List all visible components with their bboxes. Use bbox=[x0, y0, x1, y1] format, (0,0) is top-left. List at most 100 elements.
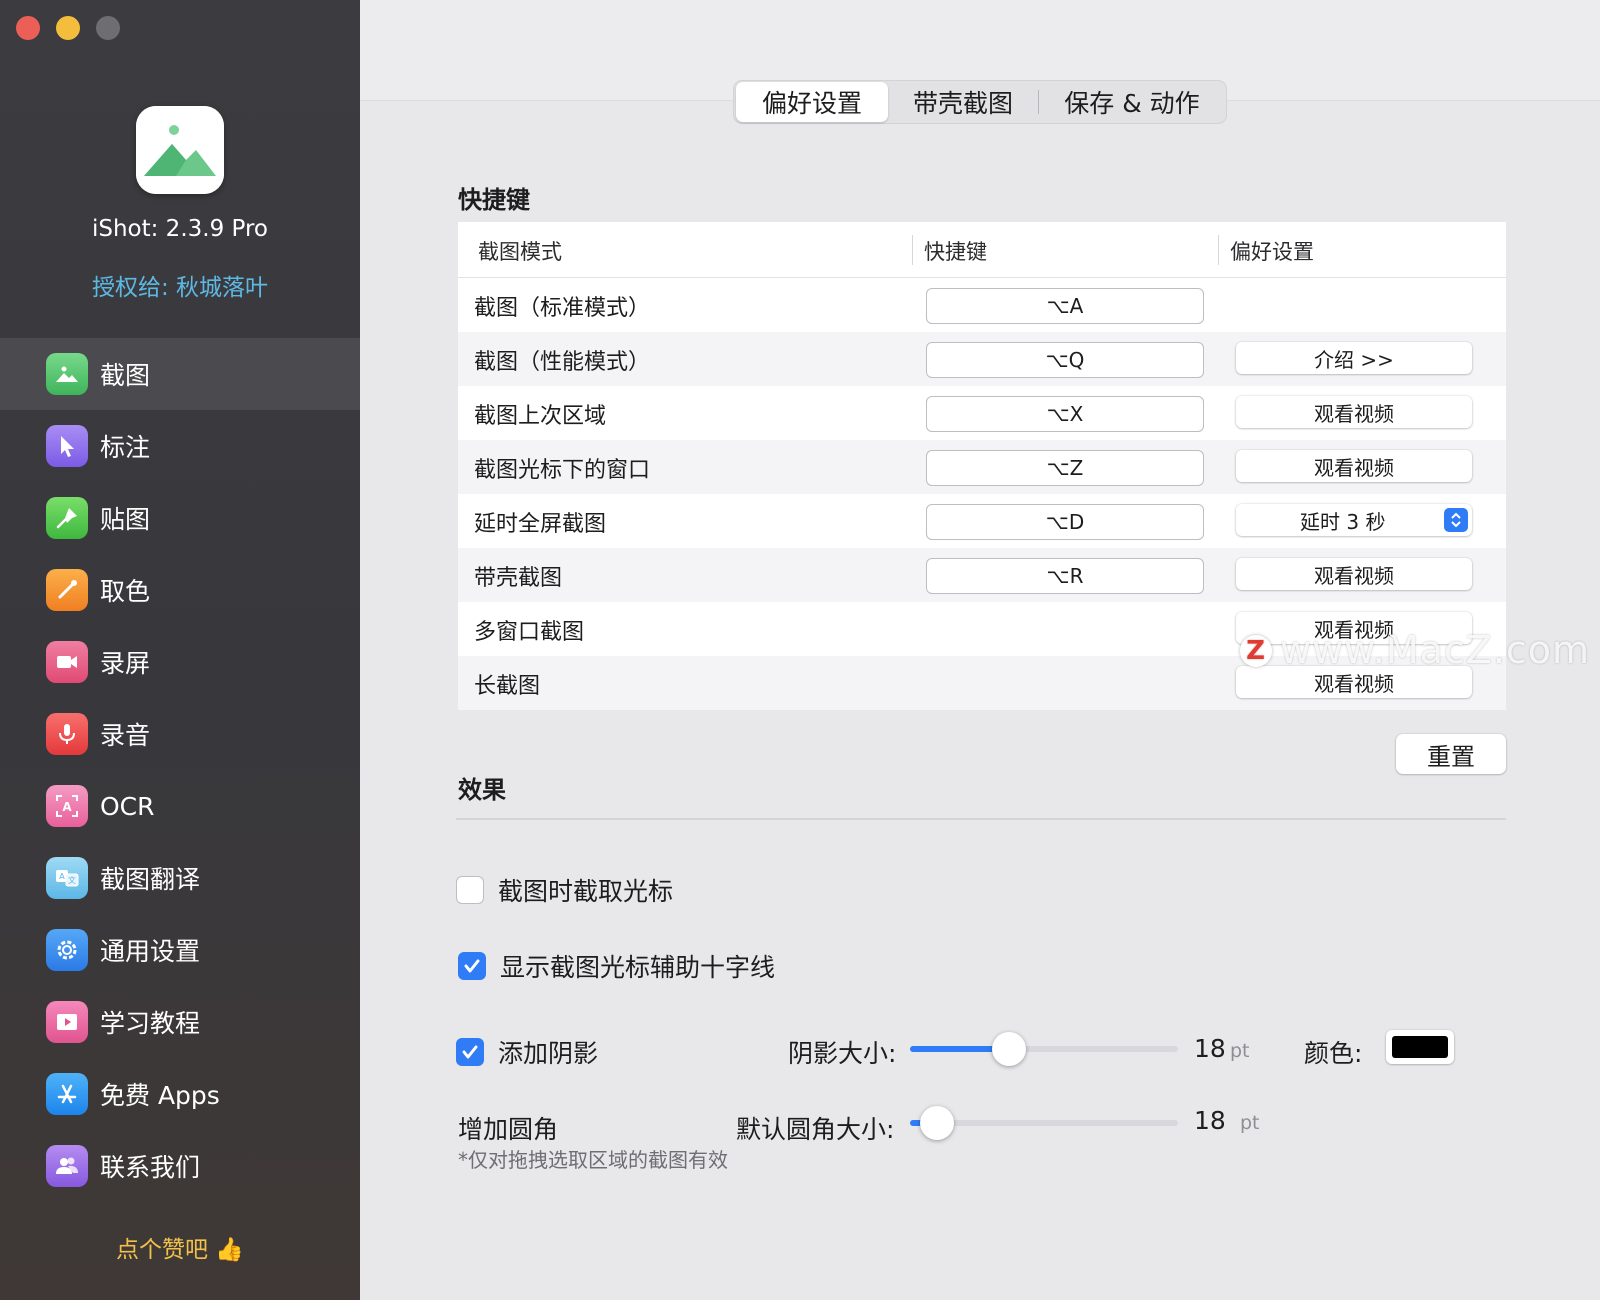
corner-size-value: 18 bbox=[1194, 1106, 1226, 1135]
sidebar-item-label: 贴图 bbox=[100, 505, 151, 534]
shadow-size-unit: pt bbox=[1230, 1040, 1250, 1062]
close-window-button[interactable] bbox=[16, 16, 40, 40]
table-row: 截图上次区域 ⌥X 观看视频 bbox=[458, 386, 1506, 440]
table-header: 截图模式 快捷键 偏好设置 bbox=[458, 222, 1506, 278]
sidebar-item-label: 学习教程 bbox=[100, 1009, 201, 1038]
mode-label: 截图光标下的窗口 bbox=[474, 458, 651, 483]
sidebar-item-audio-record[interactable]: 录音 bbox=[0, 698, 360, 770]
chevron-up-down-icon bbox=[1444, 508, 1468, 532]
corner-size-unit: pt bbox=[1240, 1112, 1260, 1134]
sidebar-item-label: 通用设置 bbox=[100, 937, 201, 966]
sidebar-item-label: 截图翻译 bbox=[100, 865, 201, 894]
video-camera-icon bbox=[46, 641, 88, 683]
slider-knob[interactable] bbox=[919, 1106, 954, 1140]
mode-label: 带壳截图 bbox=[474, 566, 563, 591]
svg-text:A: A bbox=[59, 872, 65, 881]
crosshair-checkbox[interactable] bbox=[458, 952, 486, 980]
svg-text:文: 文 bbox=[68, 875, 76, 885]
sidebar-item-label: 标注 bbox=[100, 433, 151, 462]
window-controls bbox=[16, 16, 120, 40]
column-header: 快捷键 bbox=[924, 240, 987, 264]
shortcut-recorder[interactable]: ⌥D bbox=[926, 504, 1204, 540]
table-row: 截图（性能模式） ⌥Q 介绍 >> bbox=[458, 332, 1506, 386]
zoom-window-button[interactable] bbox=[96, 16, 120, 40]
checkmark-icon bbox=[464, 959, 480, 973]
section-divider bbox=[456, 818, 1506, 820]
corner-size-slider[interactable] bbox=[910, 1106, 1178, 1140]
shortcut-recorder[interactable]: ⌥Q bbox=[926, 342, 1204, 378]
capture-cursor-checkbox[interactable] bbox=[456, 876, 484, 904]
shadow-label: 添加阴影 bbox=[498, 1039, 599, 1068]
cursor-icon bbox=[46, 425, 88, 467]
table-row: 截图（标准模式） ⌥A bbox=[458, 278, 1506, 332]
corner-label: 增加圆角 bbox=[458, 1115, 559, 1144]
sidebar-item-screenshot[interactable]: 截图 bbox=[0, 338, 360, 410]
shortcuts-title: 快捷键 bbox=[458, 186, 530, 214]
sidebar-item-annotate[interactable]: 标注 bbox=[0, 410, 360, 482]
minimize-window-button[interactable] bbox=[56, 16, 80, 40]
delay-select-value: 延时 3 秒 bbox=[1300, 509, 1386, 534]
tab-save-actions[interactable]: 保存 & 动作 bbox=[1039, 82, 1225, 122]
watermark: Zwww.MacZ.com bbox=[1240, 628, 1590, 672]
intro-button[interactable]: 介绍 >> bbox=[1236, 342, 1472, 374]
mode-label: 截图（性能模式） bbox=[474, 350, 651, 375]
checkmark-icon bbox=[462, 1045, 478, 1059]
sidebar-item-ocr[interactable]: A OCR bbox=[0, 770, 360, 842]
sidebar-item-free-apps[interactable]: 免费 Apps bbox=[0, 1058, 360, 1130]
shadow-size-label: 阴影大小: bbox=[788, 1039, 897, 1068]
shortcut-recorder[interactable]: ⌥R bbox=[926, 558, 1204, 594]
shortcut-recorder[interactable]: ⌥Z bbox=[926, 450, 1204, 486]
eyedropper-icon bbox=[46, 569, 88, 611]
sidebar-item-label: 录音 bbox=[100, 721, 151, 750]
sidebar-item-label: 免费 Apps bbox=[100, 1081, 220, 1110]
capture-cursor-label: 截图时截取光标 bbox=[498, 877, 674, 906]
slider-knob[interactable] bbox=[992, 1032, 1027, 1066]
sidebar-item-general-settings[interactable]: 通用设置 bbox=[0, 914, 360, 986]
microphone-icon bbox=[46, 713, 88, 755]
pin-icon bbox=[46, 497, 88, 539]
shortcut-recorder[interactable]: ⌥X bbox=[926, 396, 1204, 432]
corner-size-label: 默认圆角大小: bbox=[736, 1115, 895, 1144]
sidebar-item-color-picker[interactable]: 取色 bbox=[0, 554, 360, 626]
shadow-size-value: 18 bbox=[1194, 1034, 1226, 1063]
sidebar-item-tutorials[interactable]: 学习教程 bbox=[0, 986, 360, 1058]
sidebar-nav: 截图 标注 贴图 取色 录屏 录音 A OCR A 文 截图翻译 通用设置 学习… bbox=[0, 338, 360, 1202]
watch-video-button[interactable]: 观看视频 bbox=[1236, 558, 1472, 590]
crosshair-label: 显示截图光标辅助十字线 bbox=[500, 953, 776, 982]
like-link[interactable]: 点个赞吧 👍 bbox=[0, 1230, 360, 1264]
shadow-size-slider[interactable] bbox=[910, 1032, 1178, 1066]
table-row: 延时全屏截图 ⌥D 延时 3 秒 bbox=[458, 494, 1506, 548]
shadow-checkbox[interactable] bbox=[456, 1038, 484, 1066]
sidebar-item-pin[interactable]: 贴图 bbox=[0, 482, 360, 554]
shadow-option[interactable]: 添加阴影 bbox=[456, 1034, 598, 1070]
column-header: 截图模式 bbox=[478, 240, 562, 264]
table-row: 带壳截图 ⌥R 观看视频 bbox=[458, 548, 1506, 602]
mode-label: 截图上次区域 bbox=[474, 404, 607, 429]
sidebar-item-label: 取色 bbox=[100, 577, 151, 606]
translate-icon: A文 bbox=[46, 857, 88, 899]
mode-label: 截图（标准模式） bbox=[474, 296, 651, 321]
app-logo bbox=[136, 106, 224, 194]
mode-label: 多窗口截图 bbox=[474, 620, 585, 645]
screenshot-icon bbox=[46, 353, 88, 395]
tab-device-frame[interactable]: 带壳截图 bbox=[888, 82, 1038, 122]
app-version: iShot: 2.3.9 Pro bbox=[91, 216, 269, 242]
capture-cursor-option[interactable]: 截图时截取光标 bbox=[456, 872, 673, 908]
shadow-color-well[interactable] bbox=[1386, 1030, 1454, 1064]
sidebar-item-contact[interactable]: 联系我们 bbox=[0, 1130, 360, 1202]
ocr-icon: A bbox=[46, 785, 88, 827]
reset-button[interactable]: 重置 bbox=[1396, 734, 1506, 774]
contacts-icon bbox=[46, 1145, 88, 1187]
sidebar-item-screen-record[interactable]: 录屏 bbox=[0, 626, 360, 698]
svg-text:A: A bbox=[62, 800, 72, 814]
tab-preferences[interactable]: 偏好设置 bbox=[736, 82, 888, 122]
shortcut-recorder[interactable]: ⌥A bbox=[926, 288, 1204, 324]
column-header: 偏好设置 bbox=[1230, 240, 1314, 264]
sidebar-item-screenshot-translate[interactable]: A文 截图翻译 bbox=[0, 842, 360, 914]
app-store-icon bbox=[46, 1073, 88, 1115]
delay-select[interactable]: 延时 3 秒 bbox=[1236, 504, 1472, 536]
watch-video-button[interactable]: 观看视频 bbox=[1236, 396, 1472, 428]
watermark-logo: Z bbox=[1240, 635, 1272, 667]
crosshair-option[interactable]: 显示截图光标辅助十字线 bbox=[458, 948, 775, 984]
watch-video-button[interactable]: 观看视频 bbox=[1236, 450, 1472, 482]
